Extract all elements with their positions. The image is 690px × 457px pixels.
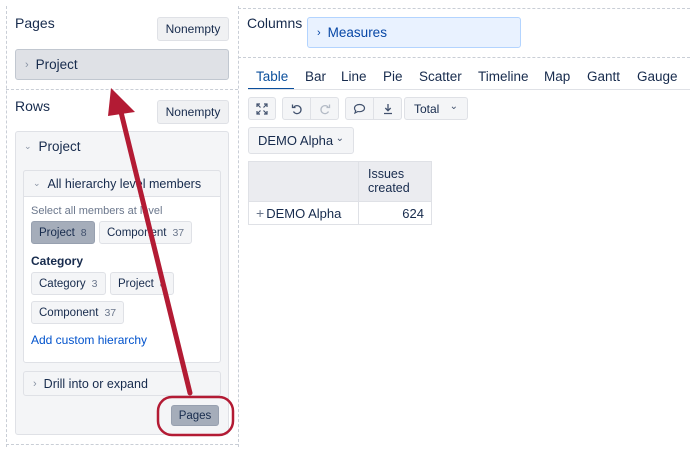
- chevron-down-icon: ⌄: [449, 101, 458, 112]
- chevron-down-icon: ⌄: [335, 133, 344, 144]
- chevron-down-icon: ⌄: [24, 141, 32, 151]
- rows-title: Rows: [15, 98, 51, 114]
- tab-table[interactable]: Table: [256, 69, 288, 84]
- level-label: Category: [39, 277, 86, 290]
- tab-gantt[interactable]: Gantt: [587, 69, 620, 84]
- drill-label: Drill into or expand: [43, 376, 148, 391]
- tab-timeline[interactable]: Timeline: [478, 69, 529, 84]
- tab-bar[interactable]: Bar: [305, 69, 326, 84]
- expand-plus-icon[interactable]: +: [256, 205, 264, 221]
- level-count: 37: [104, 306, 117, 319]
- drill-into-expand[interactable]: › Drill into or expand: [23, 371, 221, 396]
- category-project-pill[interactable]: Project 8: [110, 272, 174, 295]
- total-label: Total: [414, 101, 440, 116]
- top-border: [238, 8, 690, 9]
- level-count: 37: [172, 226, 185, 239]
- pages-nonempty-button[interactable]: Nonempty: [157, 17, 229, 41]
- expand-icon: [256, 102, 268, 115]
- row-label: DEMO Alpha: [266, 205, 342, 221]
- tab-scatter[interactable]: Scatter: [419, 69, 462, 84]
- columns-measures-dimension[interactable]: › Measures: [307, 17, 521, 48]
- column-header-label: Issues created: [368, 167, 410, 195]
- tab-line[interactable]: Line: [341, 69, 367, 84]
- level-component-pill[interactable]: Component 37: [99, 221, 193, 244]
- pages-move-button[interactable]: Pages: [171, 405, 219, 426]
- undo-icon: [291, 104, 302, 114]
- level-label: Project: [118, 277, 154, 290]
- hierarchy-header-label: All hierarchy level members: [47, 176, 202, 191]
- table-row-header[interactable]: + DEMO Alpha: [248, 201, 359, 225]
- rows-project-header[interactable]: ⌄ Project: [24, 139, 81, 154]
- download-button[interactable]: [373, 97, 402, 120]
- level-project-pill[interactable]: Project 8: [31, 221, 95, 244]
- columns-title: Columns: [247, 15, 303, 31]
- select-all-label: Select all members at level: [31, 205, 163, 217]
- level-label: Component: [39, 306, 99, 319]
- columns-divider: [238, 57, 690, 58]
- hierarchy-header[interactable]: ⌄ All hierarchy level members: [23, 170, 221, 197]
- chevron-right-icon: ›: [25, 58, 29, 71]
- chevron-down-icon: ⌄: [33, 178, 41, 188]
- category-title: Category: [31, 254, 84, 268]
- pages-dimension-label: Project: [35, 57, 78, 72]
- left-border: [6, 6, 7, 447]
- tabs-divider: [248, 89, 690, 90]
- redo-button[interactable]: [310, 97, 339, 120]
- chevron-right-icon: ›: [317, 26, 321, 39]
- tab-pie[interactable]: Pie: [383, 69, 403, 84]
- annotation-arrowhead: [108, 88, 135, 116]
- columns-dimension-label: Measures: [327, 25, 387, 40]
- rows-dimension-label: Project: [38, 139, 81, 154]
- page-selector-value: DEMO Alpha: [258, 133, 334, 148]
- level-label: Project: [39, 226, 75, 239]
- level-count: 8: [159, 277, 166, 290]
- pages-project-dimension[interactable]: › Project: [15, 49, 229, 80]
- redo-icon: [319, 104, 330, 114]
- tab-gauge[interactable]: Gauge: [637, 69, 678, 84]
- chevron-right-icon: ›: [33, 377, 37, 390]
- rows-nonempty-button[interactable]: Nonempty: [157, 100, 229, 124]
- comment-button[interactable]: [345, 97, 374, 120]
- pages-title: Pages: [15, 15, 55, 31]
- category-category-pill[interactable]: Category 3: [31, 272, 106, 295]
- level-count: 3: [91, 277, 98, 290]
- table-value-cell: 624: [358, 201, 432, 225]
- panel-divider: [238, 6, 239, 447]
- comment-icon: [353, 103, 366, 114]
- tab-map[interactable]: Map: [544, 69, 570, 84]
- column-header-issues-created[interactable]: Issues created: [358, 161, 432, 202]
- category-component-pill[interactable]: Component 37: [31, 301, 125, 324]
- total-dropdown[interactable]: Total ⌄: [404, 97, 468, 120]
- table-corner-cell: [248, 161, 359, 202]
- pages-rows-divider: [6, 89, 238, 90]
- download-icon: [383, 103, 392, 114]
- page-selector-dropdown[interactable]: DEMO Alpha ⌄: [248, 127, 354, 154]
- level-label: Component: [107, 226, 167, 239]
- level-count: 8: [80, 226, 87, 239]
- expand-button[interactable]: [248, 97, 276, 120]
- cell-value: 624: [402, 205, 424, 221]
- bottom-border: [6, 444, 238, 445]
- undo-button[interactable]: [282, 97, 311, 120]
- add-custom-hierarchy-link[interactable]: Add custom hierarchy: [31, 333, 147, 347]
